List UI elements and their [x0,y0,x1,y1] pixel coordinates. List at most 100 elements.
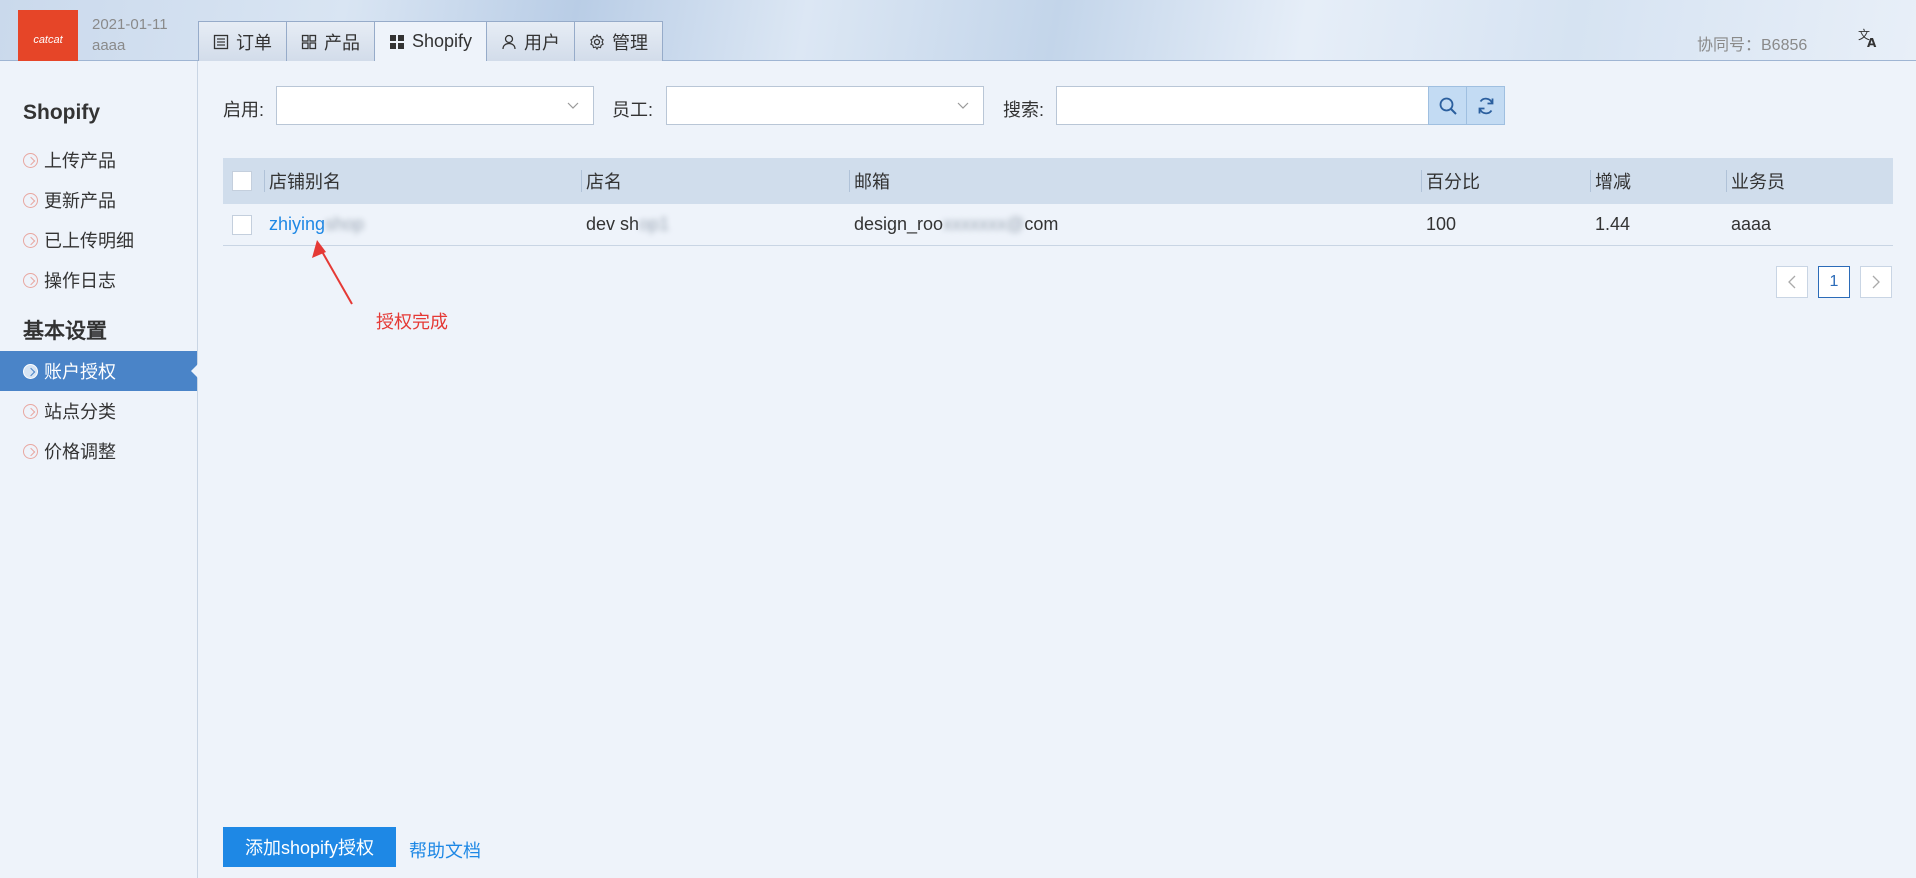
column-separator [1726,170,1727,192]
chevron-right-icon [1872,275,1880,289]
column-separator [1590,170,1591,192]
column-label: 店铺别名 [269,172,341,192]
salesperson-cell: aaaa [1731,214,1772,234]
percent-cell: 100 [1426,214,1457,234]
column-separator [849,170,850,192]
sidebar-item-upload-products[interactable]: 上传产品 [0,140,197,180]
email-blurred: xxxxxxx@ [943,214,1025,234]
svg-text:A: A [1867,36,1877,49]
logo-text: catcat [33,34,63,46]
sidebar-item-price-adjustment[interactable]: 价格调整 [0,431,197,471]
email-visible-end: com [1024,214,1059,234]
column-salesperson[interactable]: 业务员 [1726,158,1785,204]
sidebar-item-label: 操作日志 [44,271,116,291]
sidebar-item-upload-details[interactable]: 已上传明细 [0,220,197,260]
chevron-down-icon [567,102,579,109]
chevron-circle-icon [23,232,38,248]
column-label: 邮箱 [854,172,890,192]
search-label: 搜索: [1003,100,1045,120]
sidebar-item-label: 账户授权 [44,362,116,382]
tab-label: 管理 [612,32,649,53]
sidebar-item-account-authorization[interactable]: 账户授权 [0,351,198,391]
chevron-circle-icon [23,152,38,168]
user-icon [502,34,516,49]
chevron-left-icon [1788,275,1796,289]
chevron-down-icon [957,102,969,109]
sidebar-group-shopify: Shopify [23,101,100,124]
store-name-blurred: op1 [639,214,670,234]
column-percent[interactable]: 百分比 [1421,158,1480,204]
pagination-page-1[interactable]: 1 [1818,266,1850,298]
sidebar: Shopify 上传产品 更新产品 已上传明细 操作日志 基本设置 账户授权 站… [0,61,198,878]
translate-icon[interactable]: 文 A [1857,27,1879,49]
main-tabs: 订单 产品 Shopify 用户 管理 [198,21,664,61]
column-label: 店名 [586,172,622,192]
top-header: catcat 2021-01-11 aaaa 订单 产品 Shopify 用户 … [0,0,1916,70]
enabled-select[interactable] [276,86,594,125]
store-name-cell: dev sh op1 [586,204,669,245]
chevron-circle-icon [23,443,38,459]
column-label: 百分比 [1426,172,1480,192]
chevron-circle-icon [23,363,38,379]
refresh-button[interactable] [1466,86,1505,125]
column-separator [581,170,582,192]
tab-label: Shopify [412,31,473,51]
header-user: aaaa [92,37,126,54]
header-date: 2021-01-11 [92,16,168,33]
staff-label: 员工: [612,100,654,120]
refresh-icon [1478,97,1493,114]
sidebar-item-label: 更新产品 [44,191,116,211]
contract-number: 协同号：B6856 [1697,37,1808,54]
tab-products[interactable]: 产品 [286,21,375,61]
sidebar-item-label: 上传产品 [44,151,116,171]
column-store-alias[interactable]: 店铺别名 [264,158,341,204]
column-email[interactable]: 邮箱 [849,158,890,204]
tab-orders[interactable]: 订单 [198,21,287,61]
sidebar-item-operation-log[interactable]: 操作日志 [0,260,197,300]
chevron-circle-icon [23,403,38,419]
sidebar-item-label: 站点分类 [44,402,116,422]
enabled-label: 启用: [223,100,265,120]
pagination-prev[interactable] [1776,266,1808,298]
column-adjust[interactable]: 增减 [1590,158,1631,204]
column-label: 业务员 [1731,172,1785,192]
tab-users[interactable]: 用户 [486,21,576,61]
apps-icon [390,34,404,49]
gear-icon [590,33,604,50]
tab-label: 订单 [236,32,272,53]
tab-label: 产品 [324,32,360,53]
column-store-name[interactable]: 店名 [581,158,622,204]
tab-management[interactable]: 管理 [574,21,664,61]
column-label: 增减 [1595,172,1631,192]
sidebar-item-label: 已上传明细 [44,231,134,251]
pagination-next[interactable] [1860,266,1892,298]
add-shopify-authorization-button[interactable]: 添加shopify授权 [223,827,396,867]
adjust-cell: 1.44 [1595,214,1631,234]
column-separator [1421,170,1422,192]
staff-select[interactable] [666,86,984,125]
column-separator [264,170,265,192]
chevron-circle-icon [23,272,38,288]
store-name-visible: dev sh [586,214,640,234]
email-cell: design_roo xxxxxxx@ com [854,204,1058,245]
tab-shopify[interactable]: Shopify [374,21,488,61]
email-visible-start: design_roo [854,214,944,234]
table-row: zhiying shop dev sh op1 design_roo xxxxxxx… [223,204,1893,246]
annotation-arrow-icon [312,240,353,305]
tab-label: 用户 [524,32,561,53]
sidebar-item-label: 价格调整 [44,442,116,462]
list-icon [213,34,229,49]
sidebar-group-basic-settings: 基本设置 [23,320,107,343]
grid-icon [301,34,317,49]
table-header: 店铺别名 店名 邮箱 百分比 增减 业务员 [223,158,1893,204]
search-icon [1439,97,1457,115]
help-docs-link[interactable]: 帮助文档 [409,837,481,863]
search-input[interactable] [1056,86,1429,125]
annotation-text: 授权完成 [376,312,448,332]
row-checkbox[interactable] [232,215,252,235]
select-all-checkbox[interactable] [232,171,252,191]
sidebar-item-site-category[interactable]: 站点分类 [0,391,197,431]
search-button[interactable] [1428,86,1467,125]
chevron-circle-icon [23,192,38,208]
sidebar-item-update-products[interactable]: 更新产品 [0,180,197,220]
